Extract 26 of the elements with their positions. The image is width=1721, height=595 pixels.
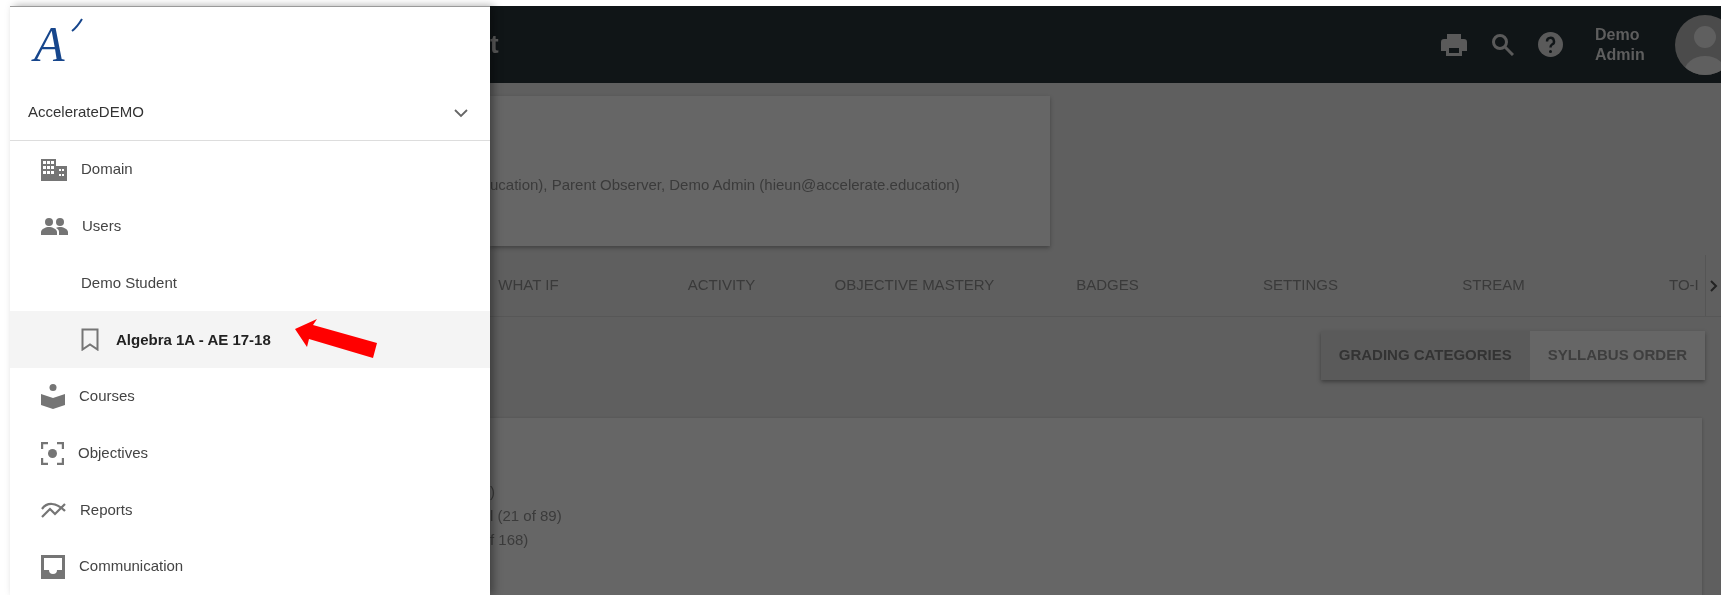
nav-item[interactable]: Communication [10,538,490,595]
search-icon[interactable] [1491,33,1514,56]
help-icon[interactable] [1538,32,1563,57]
building-icon [41,158,67,181]
summary-line: ) [490,482,496,502]
nav-item[interactable]: Algebra 1A - AE 17-18 [10,311,490,369]
page-title: t [490,28,499,61]
nav-item[interactable]: Objectives [10,424,490,482]
chevron-icon [454,108,468,118]
nav-item[interactable]: Courses [10,368,490,425]
focus-target-icon [41,441,64,465]
print-icon[interactable] [1441,33,1467,56]
chevron-right-icon [1709,280,1718,293]
nav-item[interactable]: Domain [10,141,490,199]
inbox-tray-icon [41,554,65,579]
book-reader-icon [41,384,65,409]
trend-lines-icon [41,501,66,518]
nav-item[interactable]: Demo Student [10,254,490,312]
people-icon [41,217,68,235]
user-name: Demo Admin [1595,25,1646,64]
bookmark-icon [81,328,99,352]
nav-item[interactable]: Reports [10,481,490,539]
nav-item[interactable]: Users [10,198,490,255]
avatar-silhouette[interactable] [1675,14,1721,75]
scroll-right-button[interactable] [1705,255,1721,316]
organization-selector[interactable]: AccelerateDEMO [10,84,490,142]
